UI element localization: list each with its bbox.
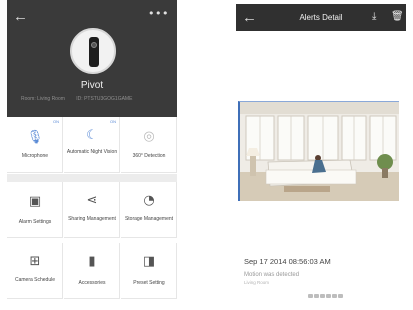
alarm-settings-label: Alarm Settings bbox=[18, 219, 52, 225]
alarm-settings-button[interactable]: ▣ Alarm Settings bbox=[7, 182, 63, 238]
night-vision-label: Automatic Night Vision bbox=[66, 149, 118, 155]
device-name: Pivot bbox=[80, 80, 104, 91]
preset-setting-label: Preset Setting bbox=[133, 280, 165, 286]
device-header: ← ••• Pivot Room: Living Room ID: PTSTU3… bbox=[7, 0, 177, 117]
page-dot bbox=[332, 294, 337, 298]
storage-management-label: Storage Management bbox=[124, 216, 174, 222]
storage-pie-icon: ◔ bbox=[143, 193, 155, 208]
storage-management-button[interactable]: ◔ Storage Management bbox=[121, 182, 177, 238]
camera-schedule-label: Camera Schedule bbox=[14, 277, 56, 283]
microphone-icon: 🎙 bbox=[26, 130, 44, 145]
page-dot bbox=[314, 294, 319, 298]
page-dot bbox=[326, 294, 331, 298]
page-dot bbox=[338, 294, 343, 298]
section-divider bbox=[7, 174, 177, 182]
sharing-management-label: Sharing Management bbox=[68, 216, 116, 222]
page-dot bbox=[320, 294, 325, 298]
accessories-icon: ▮ bbox=[88, 254, 96, 269]
camera-schedule-button[interactable]: ⊞ Camera Schedule bbox=[7, 243, 63, 299]
alerts-header: ← Alerts Detail ⤓ 🗑 bbox=[236, 4, 406, 31]
preset-setting-button[interactable]: ◨ Preset Setting bbox=[121, 243, 177, 299]
preset-icon: ◨ bbox=[142, 254, 156, 269]
page-dot bbox=[308, 294, 313, 298]
alert-timestamp: Sep 17 2014 08:56:03 AM bbox=[244, 257, 331, 266]
detection-360-label: 360° Detection bbox=[132, 153, 166, 159]
device-id: ID: PTSTU3GOG1GAME bbox=[76, 96, 133, 102]
device-avatar bbox=[70, 28, 116, 74]
alerts-detail-screen: ← Alerts Detail ⤓ 🗑 Sep 17 2014 08:56:03… bbox=[236, 0, 406, 310]
device-settings-screen: ← ••• Pivot Room: Living Room ID: PTSTU3… bbox=[7, 0, 177, 310]
motion-detection-icon: ◎ bbox=[143, 129, 155, 144]
trash-icon[interactable]: 🗑 bbox=[391, 11, 404, 23]
alarm-settings-icon: ▣ bbox=[28, 194, 42, 209]
pagination-indicator[interactable] bbox=[308, 294, 343, 298]
living-room-photo bbox=[240, 102, 399, 201]
moon-icon: ☾ bbox=[86, 128, 98, 143]
microphone-status-badge: ON bbox=[53, 119, 59, 124]
device-info: Room: Living Room ID: PTSTU3GOG1GAME bbox=[21, 96, 142, 102]
more-options-icon[interactable]: ••• bbox=[148, 8, 169, 19]
back-arrow-icon[interactable]: ← bbox=[13, 9, 28, 24]
accessories-label: Accessories bbox=[78, 280, 106, 286]
share-icon: ⋖ bbox=[86, 193, 98, 208]
night-vision-button[interactable]: ON ☾ Automatic Night Vision bbox=[64, 117, 120, 173]
detection-360-button[interactable]: ◎ 360° Detection bbox=[121, 117, 177, 173]
download-icon[interactable]: ⤓ bbox=[372, 11, 376, 23]
night-vision-status-badge: ON bbox=[110, 119, 116, 124]
sharing-management-button[interactable]: ⋖ Sharing Management bbox=[64, 182, 120, 238]
microphone-button[interactable]: ON 🎙 Microphone bbox=[7, 117, 63, 173]
camera-schedule-icon: ⊞ bbox=[29, 254, 41, 269]
alert-description: Motion was detected bbox=[244, 272, 300, 278]
alert-snapshot-image[interactable] bbox=[238, 101, 399, 201]
alerts-title: Alerts Detail bbox=[299, 13, 343, 22]
microphone-label: Microphone bbox=[21, 153, 49, 159]
device-room: Room: Living Room bbox=[21, 96, 65, 102]
accessories-button[interactable]: ▮ Accessories bbox=[64, 243, 120, 299]
camera-lens bbox=[91, 42, 97, 48]
alert-location: Living Room bbox=[244, 280, 270, 285]
